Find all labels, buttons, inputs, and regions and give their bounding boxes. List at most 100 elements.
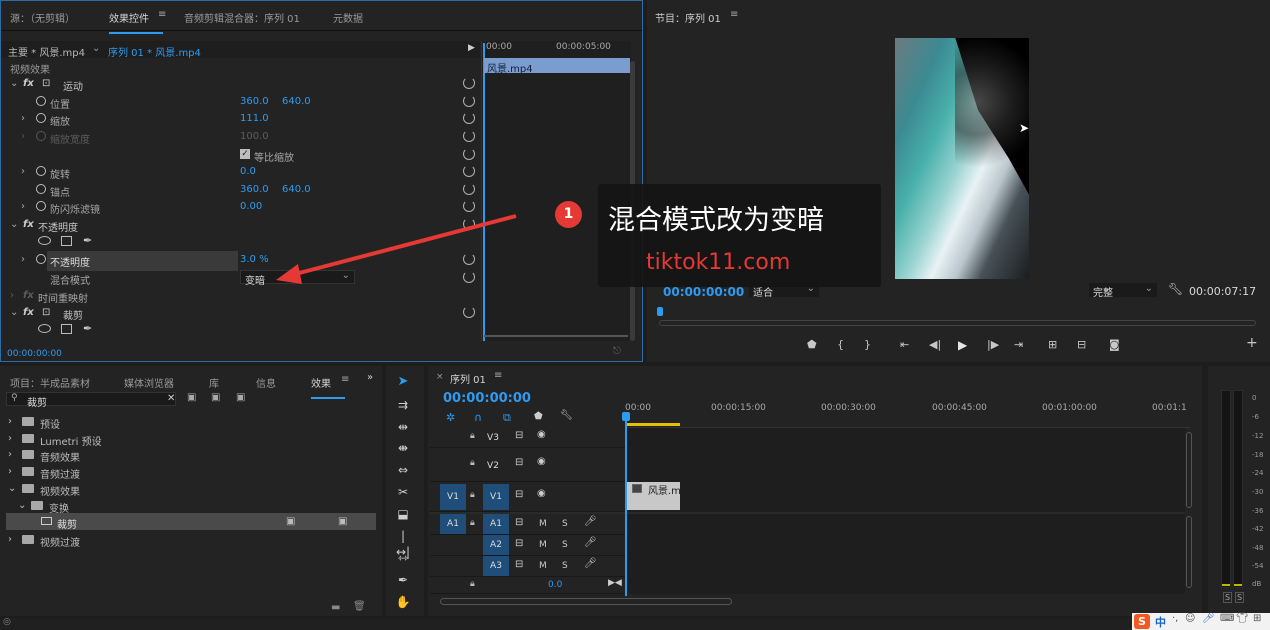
ruler-tick: 00:01:1 bbox=[1152, 403, 1187, 413]
lock-icon[interactable]: 🔒︎ bbox=[470, 431, 475, 441]
lock-icon[interactable]: 🔒︎ bbox=[470, 518, 475, 528]
lock-icon[interactable]: 🔒︎ bbox=[470, 458, 475, 468]
lock-icon[interactable]: 🔒︎ bbox=[470, 490, 475, 500]
eye-icon[interactable]: ◉ bbox=[537, 456, 546, 467]
list-item[interactable]: › 音频效果 bbox=[0, 446, 378, 464]
tab-library[interactable]: 库 bbox=[209, 375, 219, 390]
ime-toolbar[interactable]: S 中 ·, ☺ 🎤︎ ⌨ 👕︎ ⊞ bbox=[1132, 613, 1270, 630]
track-target-a1[interactable]: A1 bbox=[483, 514, 509, 534]
sync-lock-icon[interactable]: ⊟ bbox=[515, 538, 523, 549]
meter-solo-left[interactable]: S bbox=[1223, 592, 1233, 603]
pen-tool-icon[interactable]: ✒ bbox=[394, 572, 412, 588]
settings-wrench-icon[interactable]: 🔧︎ bbox=[560, 410, 573, 421]
work-area-bar[interactable] bbox=[627, 423, 680, 426]
microphone-icon[interactable]: 🎤︎ bbox=[584, 516, 597, 527]
panel-menu-icon[interactable]: ≡ bbox=[494, 370, 502, 381]
yuv-filter-icon[interactable]: ▣ bbox=[236, 392, 245, 403]
skin-icon[interactable]: 👕︎ bbox=[1236, 613, 1249, 624]
list-item[interactable]: › 音频过渡 bbox=[0, 463, 378, 481]
solo-button[interactable]: S bbox=[562, 519, 568, 529]
timeline-tab[interactable]: 序列 01 bbox=[450, 371, 486, 386]
list-item[interactable]: › Lumetri 预设 bbox=[0, 430, 378, 448]
slide-tool-icon[interactable]: |↔| bbox=[394, 528, 412, 559]
emoji-icon[interactable]: ☺ bbox=[1185, 613, 1195, 624]
accelerated-filter-icon[interactable]: ▣ bbox=[187, 392, 196, 403]
track-select-tool-icon[interactable]: ⇉ bbox=[394, 397, 412, 413]
timeline-playhead[interactable] bbox=[625, 412, 627, 596]
timeline-hscroll[interactable] bbox=[440, 598, 732, 605]
folder-icon bbox=[22, 535, 34, 544]
eye-icon[interactable]: ◉ bbox=[537, 429, 546, 440]
rate-stretch-tool-icon[interactable]: ⇔ bbox=[394, 462, 412, 478]
timeline-clip[interactable]: 风景.m bbox=[626, 482, 681, 510]
track-area[interactable] bbox=[625, 428, 1185, 594]
solo-button[interactable]: S bbox=[562, 561, 568, 571]
linked-selection-icon[interactable]: ⧉ bbox=[503, 411, 511, 425]
sync-lock-icon[interactable]: ⊟ bbox=[515, 457, 523, 468]
tab-project[interactable]: 项目：半成品素材 bbox=[10, 375, 90, 390]
selection-tool-icon[interactable]: ➤ bbox=[394, 374, 412, 390]
panel-menu-icon[interactable]: ≡ bbox=[341, 374, 349, 385]
mute-button[interactable]: M bbox=[539, 519, 547, 529]
source-patch-a1[interactable]: A1 bbox=[440, 514, 466, 534]
clear-icon[interactable]: ✕ bbox=[167, 393, 175, 404]
track-header-a1: A1 🔒︎ A1 ⊟ M S 🎤︎ bbox=[430, 514, 625, 535]
add-marker-icon[interactable]: ⬟ bbox=[534, 411, 543, 422]
mute-button[interactable]: M bbox=[539, 561, 547, 571]
toolbox-icon[interactable]: ⊞ bbox=[1253, 613, 1261, 624]
close-icon[interactable]: × bbox=[436, 372, 444, 382]
sync-lock-icon[interactable]: ⊟ bbox=[515, 430, 523, 441]
list-item[interactable]: › 预设 bbox=[0, 413, 378, 431]
keyboard-icon[interactable]: ⌨ bbox=[1220, 613, 1234, 624]
punctuation-icon[interactable]: ·, bbox=[1172, 613, 1178, 624]
track-target-v1[interactable]: V1 bbox=[483, 484, 509, 510]
list-item[interactable]: ⌄ 视频效果 bbox=[0, 480, 378, 498]
go-to-end-icon[interactable]: ▶◀ bbox=[608, 578, 622, 588]
list-item[interactable]: › 视频过渡 bbox=[0, 531, 378, 549]
snap-icon[interactable]: ✲ bbox=[446, 411, 455, 424]
source-patch-v1[interactable]: V1 bbox=[440, 484, 466, 510]
slide-tool-2-icon[interactable]: ⇿ bbox=[394, 550, 412, 566]
sync-lock-icon[interactable]: ⊟ bbox=[515, 517, 523, 528]
timeline-vscroll[interactable] bbox=[1186, 432, 1192, 508]
ime-mode[interactable]: 中 bbox=[1155, 614, 1166, 630]
trash-icon[interactable]: 🗑︎ bbox=[353, 601, 366, 612]
tab-media-browser[interactable]: 媒体浏览器 bbox=[124, 375, 174, 390]
track-target-a3[interactable]: A3 bbox=[483, 556, 509, 576]
32bit-filter-icon[interactable]: ▣ bbox=[211, 392, 220, 403]
overflow-icon[interactable]: » bbox=[367, 372, 373, 383]
effects-search-field[interactable]: ⚲ 裁剪 ✕ bbox=[6, 392, 176, 409]
ripple-edit-tool-icon[interactable]: ⇹ bbox=[394, 419, 412, 435]
track-target-v3[interactable]: V3 bbox=[483, 428, 503, 448]
timeline-vscroll-audio[interactable] bbox=[1186, 516, 1192, 588]
track-target-a2[interactable]: A2 bbox=[483, 535, 509, 555]
new-bin-icon[interactable]: ▬ bbox=[331, 602, 340, 613]
lock-icon[interactable]: 🔒︎ bbox=[470, 579, 475, 589]
meter-solo-right[interactable]: S bbox=[1235, 592, 1245, 603]
ruler-tick: 00:00:30:00 bbox=[821, 403, 876, 413]
eye-icon[interactable]: ◉ bbox=[537, 488, 546, 499]
track-target-v2[interactable]: V2 bbox=[483, 456, 503, 476]
rolling-edit-tool-icon[interactable]: ⇼ bbox=[394, 440, 412, 456]
solo-button[interactable]: S bbox=[562, 540, 568, 550]
timeline-timecode[interactable]: 00:00:00:00 bbox=[443, 391, 531, 406]
tab-info[interactable]: 信息 bbox=[256, 375, 276, 390]
magnet-icon[interactable]: ∩ bbox=[474, 411, 482, 424]
sync-lock-icon[interactable]: ⊟ bbox=[515, 489, 523, 500]
list-item-selected[interactable]: 裁剪 ▣ ▣ bbox=[6, 513, 376, 531]
microphone-icon[interactable]: 🎤︎ bbox=[584, 537, 597, 548]
timeline-ruler[interactable] bbox=[625, 398, 1190, 428]
playhead-handle[interactable] bbox=[622, 412, 630, 421]
hand-tool-icon[interactable]: ✋ bbox=[394, 594, 412, 610]
sogou-logo-icon: S bbox=[1134, 614, 1150, 629]
tab-effects[interactable]: 效果 bbox=[311, 375, 345, 399]
list-item[interactable]: ⌄ 变换 bbox=[0, 497, 378, 515]
mute-button[interactable]: M bbox=[539, 540, 547, 550]
master-level-value[interactable]: 0.0 bbox=[548, 580, 562, 590]
meter-scale-label: -12 bbox=[1252, 432, 1264, 440]
microphone-icon[interactable]: 🎤︎ bbox=[1202, 613, 1215, 624]
razor-tool-icon[interactable]: ✂ bbox=[394, 484, 412, 500]
microphone-icon[interactable]: 🎤︎ bbox=[584, 558, 597, 569]
slip-tool-icon[interactable]: ⬓ bbox=[394, 506, 412, 522]
sync-lock-icon[interactable]: ⊟ bbox=[515, 559, 523, 570]
